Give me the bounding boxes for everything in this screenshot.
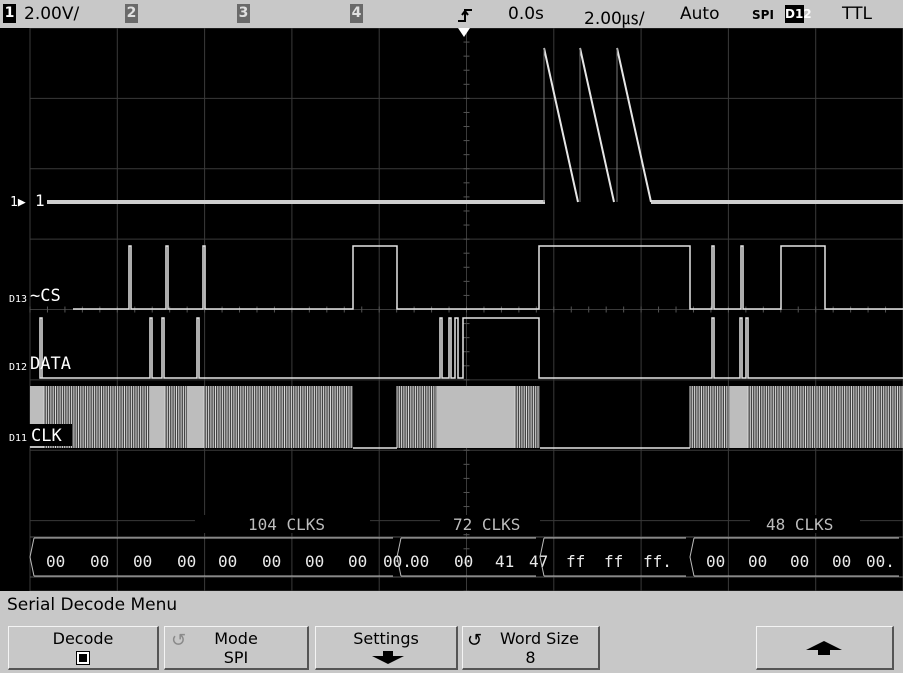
cs-trace [73,245,903,310]
decoded-byte: 41 [495,552,514,571]
analog-trace [47,47,903,204]
trigger-source-badge: D12 [785,5,812,23]
timebase: 2.00㎲/ [584,9,645,29]
clk-burst-bg [515,386,540,448]
ch1-trace-label: 1 [35,191,45,210]
decode-frame-edge [689,537,695,577]
decoded-byte: 00 [133,552,152,571]
ch1-ramp [616,47,652,203]
clk-count-2: 72 CLKS [453,515,520,534]
menu-title-bar: Serial Decode Menu [0,591,903,619]
clk-idle-high [150,386,165,448]
word-size-label: Word Size [499,629,580,648]
mode-value: SPI [223,648,249,667]
decode-label: Decode [52,629,114,648]
ch1-ground-marker: 1▶ [10,195,26,210]
waveform-display[interactable]: 1▶ 1 D13 ~CS D12 DATA D11 CLK 104 CLKS 7… [0,28,903,591]
decoded-byte: ff [604,552,623,571]
rising-edge-icon [458,9,472,22]
channel-3-indicator[interactable]: 3 [237,4,250,23]
decoded-byte: 00 [262,552,281,571]
decoded-byte: 00 [748,552,767,571]
menu-up-softkey[interactable] [756,626,894,670]
data-trace [39,317,903,379]
decoded-byte: 00 [177,552,196,571]
decoded-byte: 00 [790,552,809,571]
decoded-byte: 00 [410,552,429,571]
decode-softkey[interactable]: Decode [8,626,159,670]
decoded-byte: 00 [454,552,473,571]
softkey-bar: Decode ↺ Mode SPI Settings ↺ Word Size 8 [0,619,903,673]
clk-signal-label: CLK [31,426,62,446]
decoded-byte: 00 [832,552,851,571]
channel-4-indicator[interactable]: 4 [350,4,363,23]
clk-idle-high [187,386,204,448]
clk-count-1: 104 CLKS [248,515,325,534]
trigger-mode: Auto [680,4,720,24]
mode-label: Mode [214,629,258,648]
ch1-ramp [579,47,615,203]
ch1-baseline-noise [651,200,903,204]
decode-frame-edge [29,537,35,577]
trigger-position-marker [458,28,470,37]
channel-1-scale: 2.00V/ [24,4,80,24]
channel-1-indicator[interactable]: 1 [3,4,16,23]
ch1-baseline-noise [47,200,545,204]
protocol-label: SPI [752,8,774,22]
status-bar: 1 2.00V/ 2 3 4 0.0s 2.00㎲/ Auto SPI D12 … [0,0,903,29]
cs-signal-label: ~CS [30,286,61,306]
decoded-byte: 00 [706,552,725,571]
word-size-softkey[interactable]: ↺ Word Size 8 [462,626,600,670]
clk-idle-high [730,386,748,448]
d13-label: D13 [9,294,27,305]
settings-softkey[interactable]: Settings [315,626,458,670]
settings-label: Settings [353,629,419,648]
clk-idle-high [462,386,515,448]
word-size-value: 8 [525,648,536,667]
d11-label: D11 [9,433,27,444]
decoded-byte: 00. [866,552,895,571]
decoded-byte: 00 [305,552,324,571]
decoded-byte: 00 [46,552,65,571]
menu-title: Serial Decode Menu [7,595,178,615]
logic-threshold: TTL [842,4,872,24]
data-signal-label: DATA [30,354,71,374]
arrow-up-icon [806,641,842,655]
channel-2-indicator[interactable]: 2 [125,4,138,23]
arrow-down-icon [372,651,404,664]
decoded-byte: 47 [529,552,548,571]
clk-count-3: 48 CLKS [766,515,833,534]
decoded-byte: 00 [348,552,367,571]
decoded-byte: 00 [218,552,237,571]
mode-softkey[interactable]: ↺ Mode SPI [164,626,309,670]
decoded-byte: ff [566,552,585,571]
ch1-ramp [543,47,579,203]
d12-label: D12 [9,362,27,373]
decoded-byte: ff. [643,552,672,571]
decode-checkbox[interactable] [76,651,90,665]
time-delay: 0.0s [508,4,544,24]
decoded-byte: 00 [90,552,109,571]
clk-idle-high [437,386,462,448]
